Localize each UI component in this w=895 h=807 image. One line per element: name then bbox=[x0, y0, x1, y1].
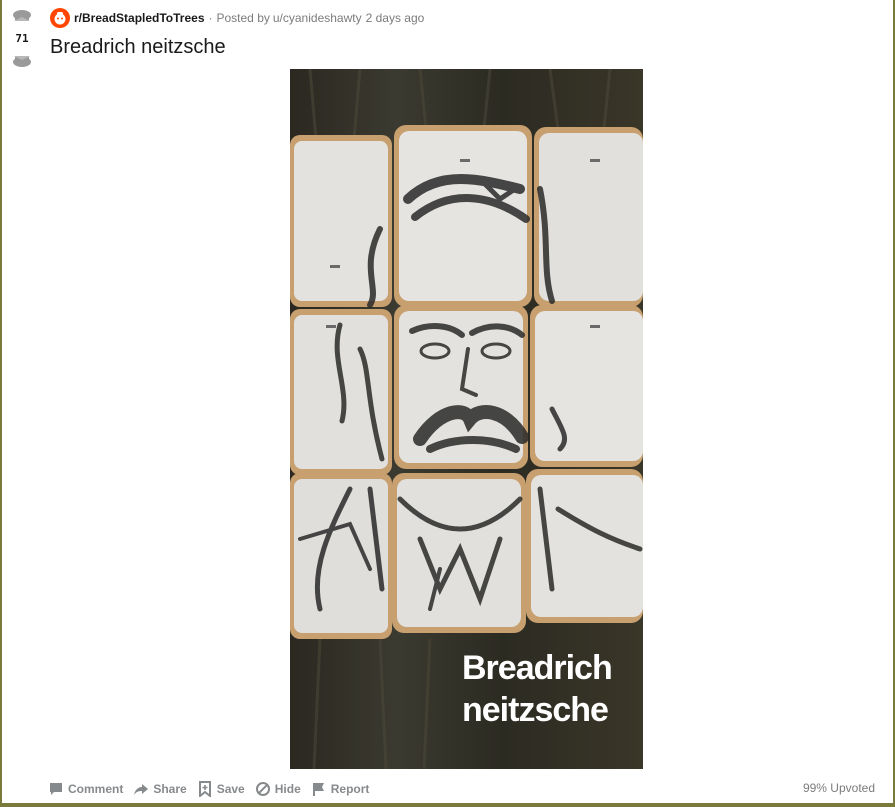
comment-icon bbox=[50, 783, 62, 795]
post-image[interactable]: Breadrich neitzsche bbox=[290, 69, 643, 769]
share-arrow-icon bbox=[134, 784, 149, 795]
bookmark-icon bbox=[198, 781, 211, 797]
author-username[interactable]: u/cyanideshawty bbox=[273, 11, 362, 25]
subreddit-name[interactable]: r/BreadStapledToTrees bbox=[74, 11, 205, 25]
post-meta: r/BreadStapledToTrees · Posted by u/cyan… bbox=[50, 8, 424, 28]
report-label: Report bbox=[330, 782, 370, 796]
post-card: 71 r/BreadStapledToTrees · Posted by u/c… bbox=[2, 0, 893, 805]
meta-separator: · bbox=[208, 11, 213, 25]
report-button[interactable]: Report bbox=[311, 781, 370, 797]
subreddit-avatar-icon bbox=[50, 8, 70, 28]
image-caption: Breadrich neitzsche bbox=[462, 647, 642, 731]
comment-button[interactable]: Comment bbox=[48, 781, 123, 797]
hide-circle-icon bbox=[255, 782, 270, 796]
post-timestamp[interactable]: 2 days ago bbox=[366, 11, 425, 25]
flag-icon bbox=[312, 783, 324, 796]
upvote-ratio: 99% Upvoted bbox=[802, 781, 875, 795]
hide-label: Hide bbox=[274, 782, 301, 796]
vote-column: 71 bbox=[2, 0, 42, 80]
image-caption-line-1: Breadrich bbox=[462, 649, 613, 687]
post-title[interactable]: Breadrich neitzsche bbox=[50, 36, 226, 59]
comment-label: Comment bbox=[68, 782, 124, 796]
hide-button[interactable]: Hide bbox=[255, 781, 301, 797]
vote-score: 71 bbox=[15, 32, 29, 45]
share-button[interactable]: Share bbox=[133, 781, 187, 797]
save-button[interactable]: Save bbox=[197, 781, 245, 797]
bread-downvote-icon bbox=[13, 56, 31, 67]
save-label: Save bbox=[216, 782, 245, 796]
downvote-button[interactable] bbox=[10, 50, 34, 70]
bread-upvote-icon bbox=[13, 10, 31, 21]
post-actions: Comment Share Save Hide Report bbox=[48, 779, 379, 799]
posted-by-label: Posted by bbox=[216, 11, 270, 25]
share-label: Share bbox=[153, 782, 187, 796]
image-caption-line-2: neitzsche bbox=[462, 691, 609, 729]
upvote-button[interactable] bbox=[10, 8, 34, 28]
subreddit-avatar[interactable] bbox=[50, 8, 70, 28]
